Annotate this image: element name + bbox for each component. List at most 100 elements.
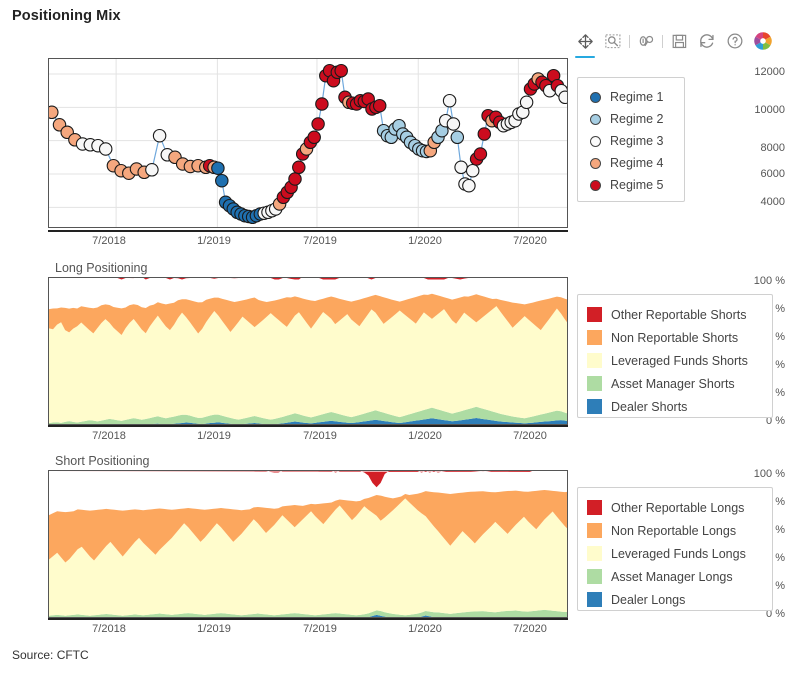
short-chart-title: Short Positioning: [55, 454, 150, 468]
legend-label: Regime 5: [610, 178, 664, 192]
x-tick-label: 7/2018: [92, 623, 126, 635]
source-note: Source: CFTC: [12, 648, 89, 662]
x-tick-label: 1/2019: [197, 623, 231, 635]
long-chart-title: Long Positioning: [55, 261, 148, 275]
legend-item[interactable]: Regime 3: [587, 130, 674, 152]
help-tool-button[interactable]: [721, 28, 749, 54]
legend-label: Regime 2: [610, 112, 664, 126]
short-area-svg: [49, 471, 567, 617]
short-plot-area[interactable]: [48, 470, 568, 618]
bokeh-logo-button[interactable]: [749, 28, 777, 54]
reset-tool-button[interactable]: [693, 28, 721, 54]
pan-tool-button[interactable]: [571, 28, 599, 58]
legend-label: Regime 4: [610, 156, 664, 170]
legend-label: Leveraged Funds Longs: [611, 546, 746, 561]
y-tick-label: 100 %: [753, 468, 785, 480]
legend-item[interactable]: Regime 1: [587, 86, 674, 108]
legend-item[interactable]: Dealer Shorts: [587, 395, 762, 418]
x-tick-label: 7/2018: [92, 235, 126, 247]
x-tick-label: 7/2019: [303, 430, 337, 442]
long-legend[interactable]: Other Reportable Shorts Non Reportable S…: [577, 294, 773, 418]
x-tick-label: 1/2020: [408, 235, 442, 247]
legend-swatch-icon: [590, 91, 601, 103]
legend-swatch-icon: [590, 113, 601, 125]
short-positioning-panel: Short Positioning 100 % 80 % 60 % 40 % 2…: [0, 451, 785, 641]
legend-label: Non Reportable Shorts: [611, 330, 739, 345]
chart-toolbar: [571, 28, 777, 58]
y-tick-label: 6000: [760, 168, 785, 180]
legend-swatch-icon: [587, 500, 602, 515]
legend-item[interactable]: Other Reportable Longs: [587, 496, 762, 519]
page-title: Positioning Mix: [12, 8, 121, 24]
toolbar-divider-2: [662, 34, 663, 48]
zoom-box-icon: [604, 33, 622, 50]
refresh-icon: [698, 32, 716, 50]
toolbar-divider-1: [629, 34, 630, 48]
save-disk-icon: [671, 33, 688, 50]
box-zoom-tool-button[interactable]: [599, 28, 627, 54]
legend-item[interactable]: Non Reportable Longs: [587, 519, 762, 542]
scatter-x-axis-line: [48, 230, 568, 232]
move-icon: [577, 33, 594, 50]
legend-label: Leveraged Funds Shorts: [611, 353, 748, 368]
legend-label: Asset Manager Shorts: [611, 376, 735, 391]
legend-label: Non Reportable Longs: [611, 523, 737, 538]
short-legend[interactable]: Other Reportable Longs Non Reportable Lo…: [577, 487, 773, 611]
regime-scatter-panel: 12000 10000 8000 6000 4000 7/2018 1/2019…: [0, 55, 785, 255]
legend-label: Other Reportable Longs: [611, 500, 745, 515]
zoom-pan-icon: [637, 33, 655, 50]
legend-swatch-icon: [590, 179, 601, 191]
x-tick-label: 7/2020: [513, 430, 547, 442]
legend-item[interactable]: Regime 5: [587, 174, 674, 196]
save-tool-button[interactable]: [665, 28, 693, 54]
legend-item[interactable]: Regime 2: [587, 108, 674, 130]
x-tick-label: 1/2019: [197, 430, 231, 442]
long-positioning-panel: Long Positioning 100 % 80 % 60 % 40 % 20…: [0, 258, 785, 448]
legend-item[interactable]: Leveraged Funds Longs: [587, 542, 762, 565]
scatter-legend[interactable]: Regime 1 Regime 2 Regime 3 Regime 4 Regi…: [577, 77, 685, 202]
y-tick-label: 8000: [760, 142, 785, 154]
legend-swatch-icon: [587, 523, 602, 538]
x-tick-label: 7/2019: [303, 235, 337, 247]
long-plot-area[interactable]: [48, 277, 568, 425]
legend-item[interactable]: Non Reportable Shorts: [587, 326, 762, 349]
legend-swatch-icon: [587, 376, 602, 391]
legend-swatch-icon: [587, 353, 602, 368]
scatter-plot-area[interactable]: [48, 58, 568, 228]
legend-item[interactable]: Dealer Longs: [587, 588, 762, 611]
y-tick-label: 10000: [754, 104, 785, 116]
wheel-zoom-tool-button[interactable]: [632, 28, 660, 54]
long-area-svg: [49, 278, 567, 424]
legend-item[interactable]: Asset Manager Shorts: [587, 372, 762, 395]
x-tick-label: 7/2019: [303, 623, 337, 635]
y-tick-label: 4000: [760, 196, 785, 208]
x-tick-label: 7/2020: [513, 623, 547, 635]
legend-item[interactable]: Asset Manager Longs: [587, 565, 762, 588]
y-tick-label: 100 %: [753, 275, 785, 287]
legend-item[interactable]: Other Reportable Shorts: [587, 303, 762, 326]
legend-label: Dealer Shorts: [611, 399, 688, 414]
scatter-svg: [49, 59, 567, 227]
y-tick-label: 12000: [754, 66, 785, 78]
legend-swatch-icon: [587, 330, 602, 345]
legend-label: Regime 3: [610, 134, 664, 148]
legend-label: Asset Manager Longs: [611, 569, 733, 584]
x-tick-label: 1/2020: [408, 430, 442, 442]
x-tick-label: 7/2020: [513, 235, 547, 247]
bokeh-logo-icon: [753, 31, 773, 51]
legend-swatch-icon: [587, 569, 602, 584]
legend-swatch-icon: [590, 157, 601, 169]
x-tick-label: 1/2019: [197, 235, 231, 247]
legend-item[interactable]: Leveraged Funds Shorts: [587, 349, 762, 372]
long-x-axis-line: [48, 425, 568, 427]
legend-label: Other Reportable Shorts: [611, 307, 747, 322]
x-tick-label: 1/2020: [408, 623, 442, 635]
legend-label: Regime 1: [610, 90, 664, 104]
legend-label: Dealer Longs: [611, 592, 686, 607]
legend-swatch-icon: [587, 546, 602, 561]
x-tick-label: 7/2018: [92, 430, 126, 442]
legend-swatch-icon: [590, 135, 601, 147]
legend-swatch-icon: [587, 592, 602, 607]
legend-item[interactable]: Regime 4: [587, 152, 674, 174]
short-x-axis-line: [48, 618, 568, 620]
